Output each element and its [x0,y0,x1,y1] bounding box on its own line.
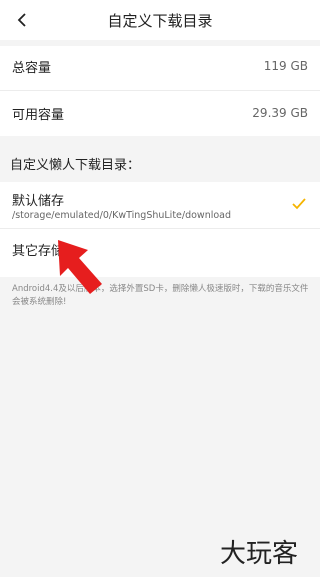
storage-card: 总容量 119 GB 可用容量 29.39 GB [0,46,320,136]
option-default-label: 默认储存 [12,194,65,209]
total-capacity-value: 119 GB [263,59,308,73]
option-default-storage[interactable]: 默认储存 /storage/emulated/0/KwTingShuLite/d… [0,182,320,228]
watermark-logo: 大玩客 [220,539,298,569]
red-arrow-icon [58,240,102,294]
option-default-path: /storage/emulated/0/KwTingShuLite/downlo… [12,210,232,221]
available-capacity-row: 可用容量 29.39 GB [12,103,308,123]
option-other-storage[interactable]: 其它存储 [0,229,320,275]
total-capacity-row: 总容量 119 GB [12,56,308,76]
top-bar: 自定义下载目录 [0,0,320,40]
total-capacity-label: 总容量 [12,60,52,76]
available-capacity-value: 29.39 GB [252,106,308,120]
checkmark-icon [292,198,306,210]
page-title: 自定义下载目录 [107,12,213,30]
svg-text:大玩客: 大玩客 [220,539,298,569]
section-title: 自定义懒人下载目录： [10,158,141,173]
available-capacity-label: 可用容量 [12,107,65,123]
divider [0,90,320,91]
